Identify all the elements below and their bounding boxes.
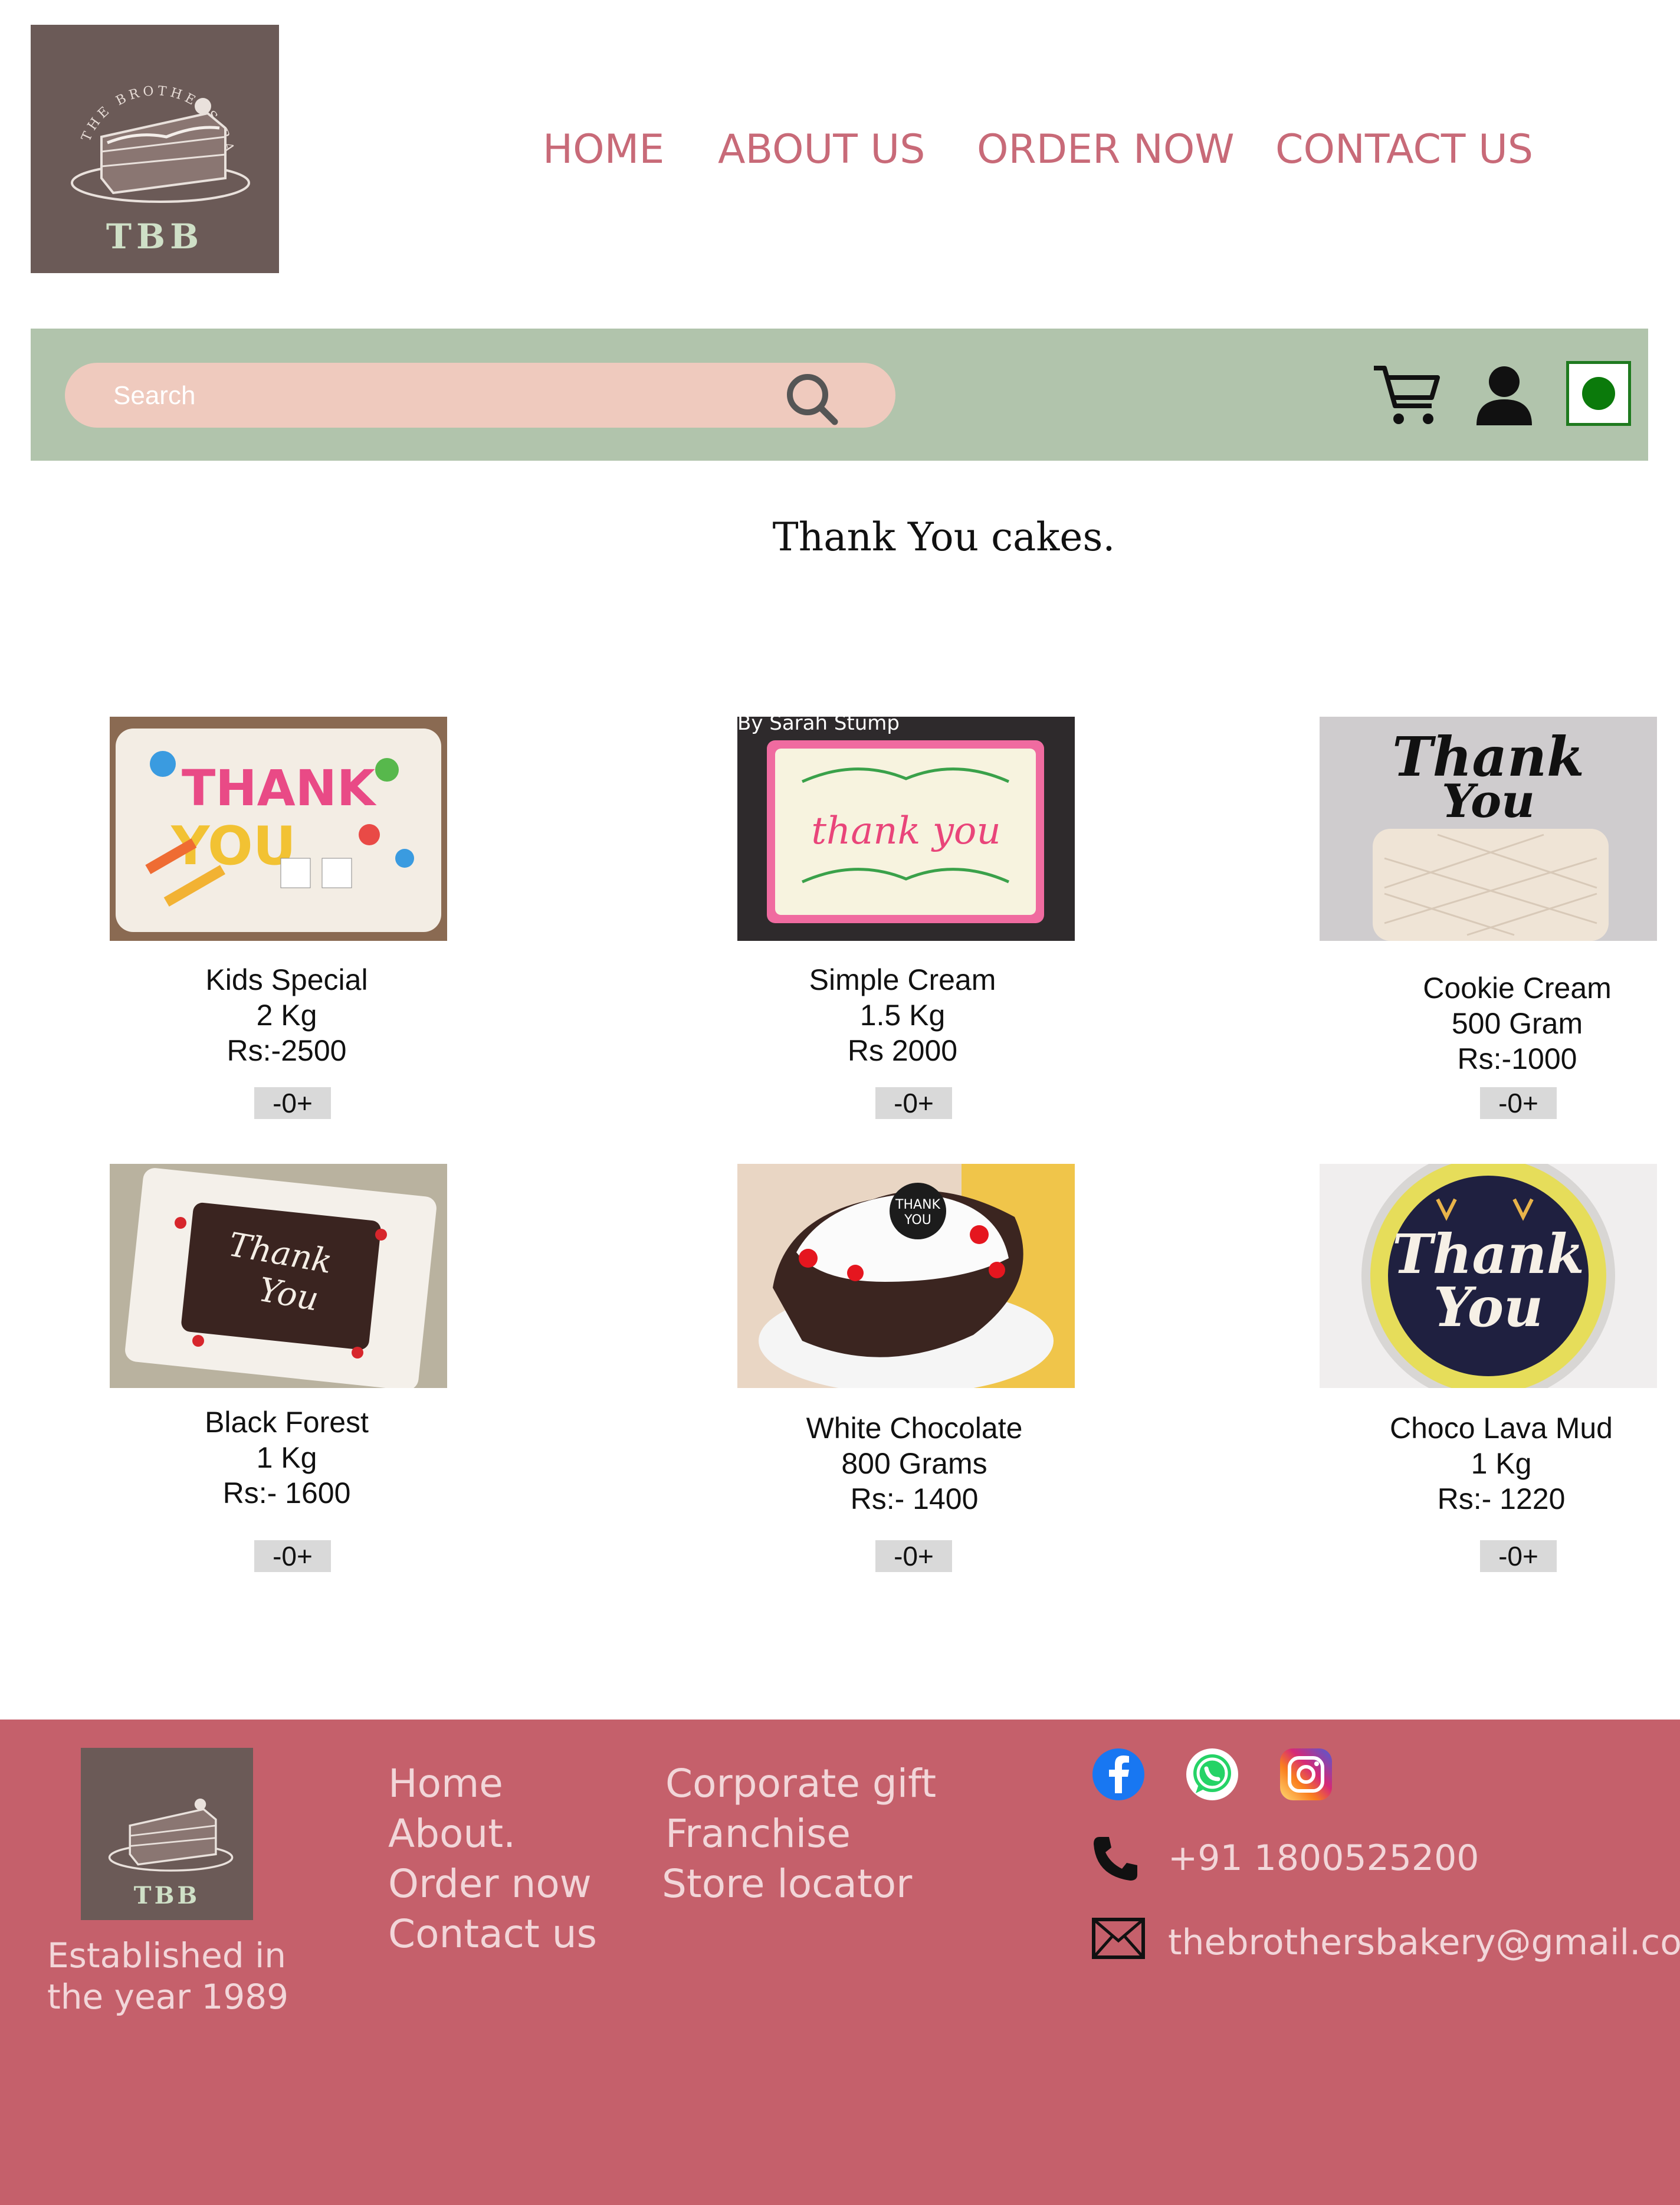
footer-logo-text: TBB [133, 1882, 201, 1909]
product-name: Choco Lava Mud [1389, 1412, 1613, 1445]
product-price: Rs:- 1400 [850, 1482, 979, 1515]
product-name: Black Forest [205, 1406, 369, 1439]
quantity-stepper[interactable]: -0+ [875, 1087, 952, 1119]
svg-text:You: You [1442, 775, 1535, 828]
product-price: Rs:- 1220 [1437, 1482, 1566, 1515]
product-weight: 1 Kg [256, 1441, 317, 1474]
nav-about-us[interactable]: ABOUT US [718, 126, 925, 173]
user-icon[interactable] [1472, 363, 1537, 428]
product-name: Simple Cream [809, 963, 996, 996]
product-image-choco-lava-mud[interactable]: Thank You [1320, 1164, 1657, 1388]
quantity-stepper[interactable]: -0+ [254, 1540, 331, 1572]
search-icon[interactable] [782, 369, 841, 428]
product-weight: 1.5 Kg [859, 999, 946, 1032]
product-name: White Chocolate [806, 1412, 1023, 1445]
svg-text:THANK: THANK [182, 759, 377, 817]
logo-text: TBB [106, 216, 204, 257]
product-image-white-chocolate[interactable]: THANK YOU [737, 1164, 1075, 1388]
product-info-4: Black Forest 1 Kg Rs:- 1600 [110, 1405, 464, 1511]
product-info-6: Choco Lava Mud 1 Kg Rs:- 1220 [1324, 1410, 1678, 1517]
cart-icon[interactable] [1371, 360, 1442, 429]
established-line-1: Established in [47, 1935, 286, 1976]
veg-dot [1582, 377, 1615, 410]
product-weight: 500 Gram [1451, 1007, 1583, 1040]
established-text: Established in the year 1989 [47, 1935, 288, 2017]
page-title: Thank You cakes. [772, 514, 1115, 560]
search-input[interactable] [112, 363, 763, 429]
product-weight: 800 Grams [841, 1447, 987, 1480]
footer-link-store-locator[interactable]: Store locator [662, 1861, 912, 1908]
product-name: Cookie Cream [1423, 972, 1612, 1005]
site-logo[interactable]: THE BROTHERS BAKERY TBB [31, 25, 279, 273]
product-image-black-forest[interactable]: Thank You [110, 1164, 447, 1388]
facebook-icon[interactable] [1091, 1747, 1146, 1802]
phone-icon [1094, 1837, 1137, 1881]
product-price: Rs 2000 [847, 1034, 958, 1067]
search-field[interactable] [65, 363, 895, 429]
quantity-stepper[interactable]: -0+ [254, 1087, 331, 1119]
nav-order-now[interactable]: ORDER NOW [977, 126, 1235, 173]
instagram-icon[interactable] [1279, 1747, 1333, 1802]
established-line-2: the year 1989 [47, 1977, 289, 2017]
footer-link-corporate-gift[interactable]: Corporate gift [665, 1760, 936, 1807]
footer-email[interactable]: thebrothersbakery@gmail.com [1168, 1922, 1680, 1963]
product-info-5: White Chocolate 800 Grams Rs:- 1400 [737, 1410, 1091, 1517]
footer-logo[interactable]: TBB [81, 1748, 253, 1920]
quantity-stepper[interactable]: -0+ [875, 1540, 952, 1572]
product-price: Rs:-2500 [227, 1034, 347, 1067]
product-info-1: Kids Special 2 Kg Rs:-2500 [110, 962, 464, 1068]
product-image-kids-special[interactable]: THANK YOU [110, 717, 447, 941]
email-icon [1092, 1918, 1145, 1959]
svg-text:You: You [1433, 1275, 1543, 1339]
product-weight: 1 Kg [1471, 1447, 1532, 1480]
quantity-stepper[interactable]: -0+ [1480, 1540, 1557, 1572]
veg-indicator-icon[interactable] [1566, 361, 1631, 426]
footer-link-contact-us[interactable]: Contact us [388, 1911, 597, 1958]
footer-link-home[interactable]: Home [388, 1760, 503, 1807]
product-image-simple-cream[interactable]: thank you By Sarah Stump [737, 717, 1075, 941]
nav-contact-us[interactable]: CONTACT US [1275, 126, 1533, 173]
product-info-3: Cookie Cream 500 Gram Rs:-1000 [1340, 970, 1680, 1077]
product-image-cookie-cream[interactable]: Thank You [1320, 717, 1657, 941]
footer-phone[interactable]: +91 1800525200 [1168, 1838, 1479, 1879]
product-weight: 2 Kg [256, 999, 317, 1032]
quantity-stepper[interactable]: -0+ [1480, 1087, 1557, 1119]
whatsapp-icon[interactable] [1185, 1747, 1239, 1802]
nav-home[interactable]: HOME [543, 126, 664, 173]
product-name: Kids Special [205, 963, 368, 996]
product-price: Rs:- 1600 [222, 1476, 351, 1510]
image-caption: By Sarah Stump [737, 717, 900, 735]
product-info-2: Simple Cream 1.5 Kg Rs 2000 [726, 962, 1079, 1068]
svg-text:THANK: THANK [895, 1197, 940, 1212]
footer-link-about[interactable]: About. [388, 1810, 516, 1858]
footer-link-order-now[interactable]: Order now [388, 1861, 592, 1908]
svg-text:thank you: thank you [811, 809, 1000, 853]
svg-text:YOU: YOU [904, 1213, 931, 1228]
product-price: Rs:-1000 [1457, 1042, 1577, 1075]
footer-link-franchise[interactable]: Franchise [665, 1810, 851, 1858]
